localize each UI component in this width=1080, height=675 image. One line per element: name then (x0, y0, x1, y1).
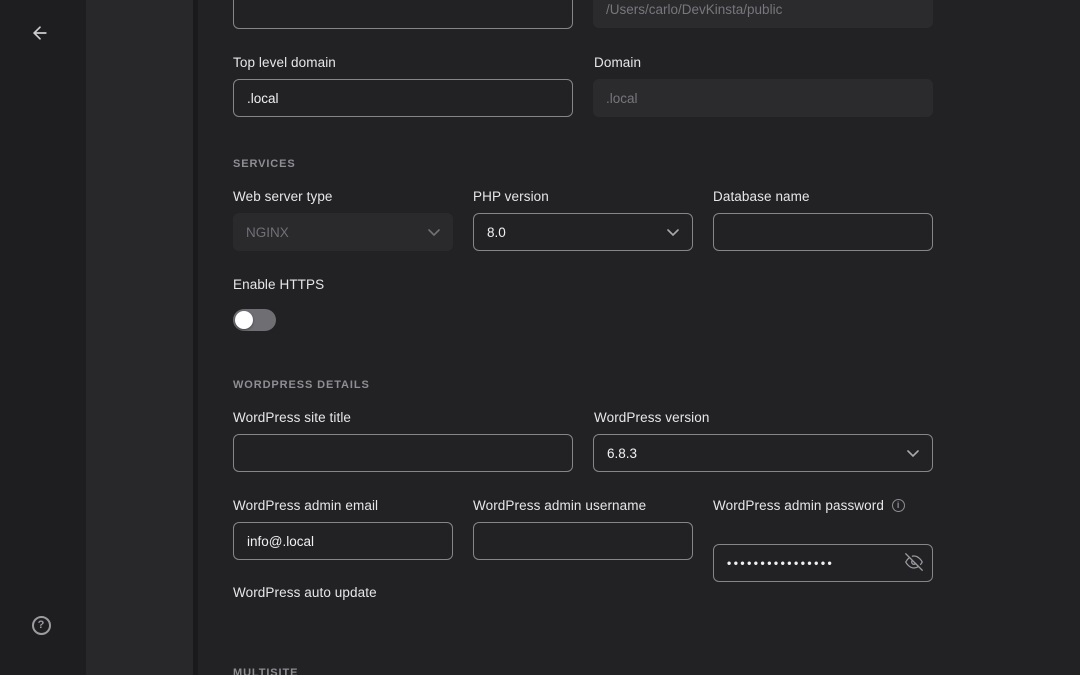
eye-off-icon (905, 553, 923, 574)
wp-admin-password-input[interactable] (713, 544, 933, 582)
wp-site-title-input[interactable] (233, 434, 573, 472)
wp-admin-password-label: WordPress admin password i (713, 498, 905, 513)
wp-auto-update-label: WordPress auto update (233, 585, 377, 600)
enable-https-toggle[interactable] (233, 309, 276, 331)
chevron-down-icon (428, 225, 440, 240)
wp-admin-username-input[interactable] (473, 522, 693, 560)
toggle-password-visibility-button[interactable] (905, 554, 923, 572)
help-button[interactable]: ? (27, 611, 55, 639)
enable-https-label: Enable HTTPS (233, 277, 324, 292)
wordpress-details-section-header: WORDPRESS DETAILS (233, 379, 370, 391)
database-name-input[interactable] (713, 213, 933, 251)
new-site-form: Top level domain Domain SERVICES Web ser… (198, 0, 1080, 675)
wp-version-value: 6.8.3 (607, 446, 637, 461)
wp-version-select[interactable]: 6.8.3 (593, 434, 933, 472)
domain-input[interactable] (593, 79, 933, 117)
web-server-type-select: NGINX (233, 213, 453, 251)
php-version-value: 8.0 (487, 225, 506, 240)
wp-admin-email-input[interactable] (233, 522, 453, 560)
multisite-section-header: MULTISITE (233, 667, 298, 675)
database-name-label: Database name (713, 189, 810, 204)
site-path-input[interactable] (593, 0, 933, 28)
chevron-down-icon (907, 446, 919, 461)
domain-label: Domain (594, 55, 641, 70)
info-icon[interactable]: i (892, 499, 905, 512)
left-rail: ? (0, 0, 86, 675)
wp-admin-username-label: WordPress admin username (473, 498, 646, 513)
chevron-down-icon (667, 225, 679, 240)
wp-admin-email-label: WordPress admin email (233, 498, 378, 513)
wp-site-title-label: WordPress site title (233, 410, 351, 425)
top-level-domain-input[interactable] (233, 79, 573, 117)
php-version-label: PHP version (473, 189, 549, 204)
secondary-rail (86, 0, 193, 675)
services-section-header: SERVICES (233, 158, 296, 170)
web-server-type-label: Web server type (233, 189, 333, 204)
toggle-knob (235, 311, 253, 329)
web-server-type-value: NGINX (246, 225, 289, 240)
vertical-divider (193, 0, 198, 675)
wp-admin-password-field (713, 544, 933, 582)
site-name-input[interactable] (233, 0, 573, 29)
question-mark-icon: ? (32, 616, 51, 635)
arrow-left-icon (30, 23, 50, 46)
php-version-select[interactable]: 8.0 (473, 213, 693, 251)
wp-version-label: WordPress version (594, 410, 710, 425)
top-level-domain-label: Top level domain (233, 55, 336, 70)
back-button[interactable] (26, 20, 54, 48)
